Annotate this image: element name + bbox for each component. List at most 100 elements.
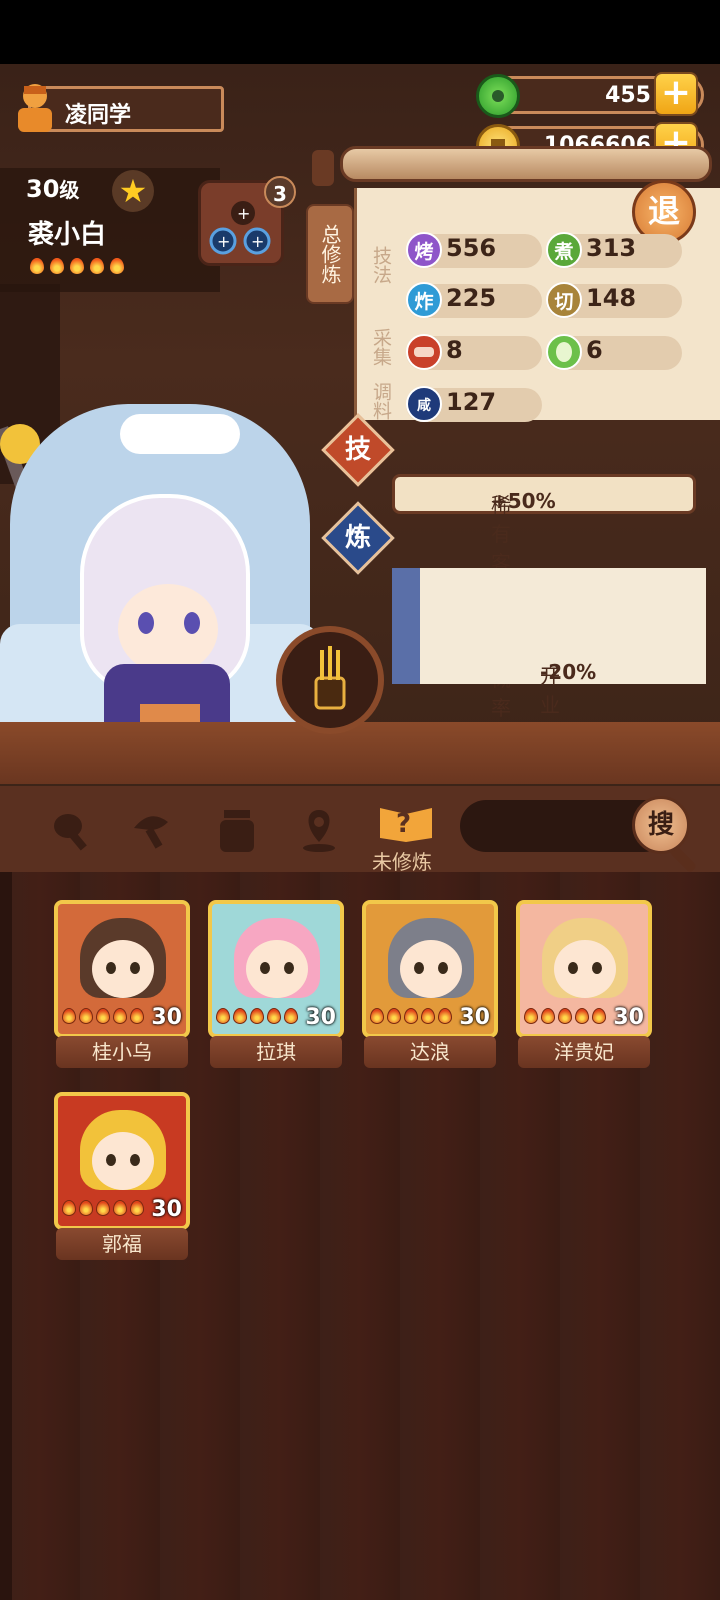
flame-icon — [62, 1008, 76, 1024]
roast-value: 556 — [446, 234, 497, 262]
svg-text:?: ? — [396, 809, 411, 839]
boil-value: 313 — [586, 234, 637, 262]
chef-card-level: 30 — [613, 1005, 644, 1030]
chef-rarity-flames — [62, 1008, 147, 1028]
chef-card[interactable]: 30 — [54, 1092, 190, 1230]
group-label-technique: 技法 — [370, 246, 392, 284]
player-name-plate[interactable]: 凌同学 — [10, 84, 224, 136]
salty-icon: 咸 — [406, 386, 442, 422]
flame-icon — [113, 1200, 127, 1216]
cut-icon: 切 — [546, 282, 582, 318]
chef-rarity-flames — [216, 1008, 301, 1028]
flame-icon — [96, 1008, 110, 1024]
total-cultivation-tab[interactable]: 总修炼 — [306, 204, 354, 304]
chef-card-name[interactable]: 桂小乌 — [56, 1036, 188, 1068]
player-name: 凌同学 — [65, 103, 132, 128]
chef-eye — [130, 1154, 140, 1166]
chef-card-name[interactable]: 达浪 — [364, 1036, 496, 1068]
flame-icon — [250, 1008, 264, 1024]
flame-icon — [216, 1008, 230, 1024]
chef-eye — [106, 962, 116, 974]
flame-icon — [421, 1008, 435, 1024]
flame-icon — [79, 1008, 93, 1024]
meat-value: 8 — [446, 336, 463, 364]
flame-icon — [96, 1200, 110, 1216]
star-icon[interactable]: ★ — [112, 170, 154, 212]
vegetable-icon — [546, 334, 582, 370]
fry-icon: 炸 — [406, 282, 442, 318]
chef-belt — [140, 704, 200, 724]
effect-value: -20% — [540, 660, 597, 684]
flame-icon — [387, 1008, 401, 1024]
cut-value: 148 — [586, 284, 637, 312]
player-avatar-icon[interactable] — [10, 80, 60, 134]
mushroom-filter-icon[interactable] — [130, 808, 176, 854]
chef-card-level: 30 — [305, 1005, 336, 1030]
skill-badge[interactable]: 技 — [332, 424, 384, 476]
uncultivated-filter-label: 未修炼 — [372, 850, 432, 874]
list-edge — [0, 872, 12, 1600]
chef-level-value: 30 — [26, 175, 60, 203]
flame-icon — [70, 258, 84, 274]
add-jade-button[interactable]: + — [654, 72, 698, 116]
flame-icon — [30, 258, 44, 274]
chef-name: 裘小白 — [28, 220, 107, 250]
chef-card-level: 30 — [151, 1197, 182, 1222]
vegetable-value: 6 — [586, 336, 603, 364]
chef-level: 30级 — [26, 174, 79, 203]
jar-filter-icon[interactable] — [214, 806, 260, 856]
boil-icon: 煮 — [546, 232, 582, 268]
equipment-count-badge: 3 — [264, 176, 296, 208]
chef-eye — [438, 962, 448, 974]
scroll-rod — [340, 146, 712, 182]
flame-icon — [130, 1008, 144, 1024]
chopsticks-holder-icon — [314, 646, 346, 710]
chef-card-level: 30 — [151, 1005, 182, 1030]
chef-card[interactable]: 30 — [516, 900, 652, 1038]
chef-eye — [138, 612, 154, 634]
chef-card-name[interactable]: 拉琪 — [210, 1036, 342, 1068]
chef-eye — [414, 962, 424, 974]
search-button[interactable]: 搜 — [632, 796, 690, 854]
drumstick-filter-icon[interactable] — [50, 808, 96, 854]
jade-amount: 455 — [605, 83, 651, 108]
chef-card-level: 30 — [459, 1005, 490, 1030]
utensil-slot[interactable] — [276, 626, 384, 734]
location-filter-icon[interactable] — [296, 806, 342, 856]
fry-value: 225 — [446, 284, 497, 312]
chef-card[interactable]: 30 — [54, 900, 190, 1038]
roast-icon: 烤 — [406, 232, 442, 268]
chef-rarity-flames — [524, 1008, 609, 1028]
chef-card[interactable]: 30 — [362, 900, 498, 1038]
flame-icon — [438, 1008, 452, 1024]
opening-time-effect: 开业时间-20% — [392, 568, 706, 775]
rare-customer-effect: 稀有客人出现概率+50% — [392, 474, 696, 720]
flame-icon — [575, 1008, 589, 1024]
chef-eye — [568, 962, 578, 974]
chef-card-name[interactable]: 洋贵妃 — [518, 1036, 650, 1068]
meat-icon — [406, 334, 442, 370]
refine-badge[interactable]: 炼 — [332, 512, 384, 564]
chef-card-name[interactable]: 郭福 — [56, 1228, 188, 1260]
flame-icon — [404, 1008, 418, 1024]
chef-face — [92, 940, 154, 998]
status-bar — [0, 0, 720, 64]
uncultivated-filter-icon[interactable]: ? — [378, 794, 434, 844]
flame-icon — [541, 1008, 555, 1024]
chef-face — [400, 940, 462, 998]
flame-icon — [50, 258, 64, 274]
flame-icon — [592, 1008, 606, 1024]
counter-floor — [0, 722, 720, 784]
flame-icon — [110, 258, 124, 274]
jade-icon — [476, 74, 520, 118]
chef-face — [92, 1132, 154, 1190]
snow-cap — [120, 414, 240, 454]
chef-eye — [130, 962, 140, 974]
chef-card[interactable]: 30 — [208, 900, 344, 1038]
chef-eye — [260, 962, 270, 974]
chef-eye — [284, 962, 294, 974]
flame-icon — [79, 1200, 93, 1216]
chef-rarity-flames — [30, 258, 130, 278]
flame-icon — [284, 1008, 298, 1024]
chef-rarity-flames — [62, 1200, 147, 1220]
